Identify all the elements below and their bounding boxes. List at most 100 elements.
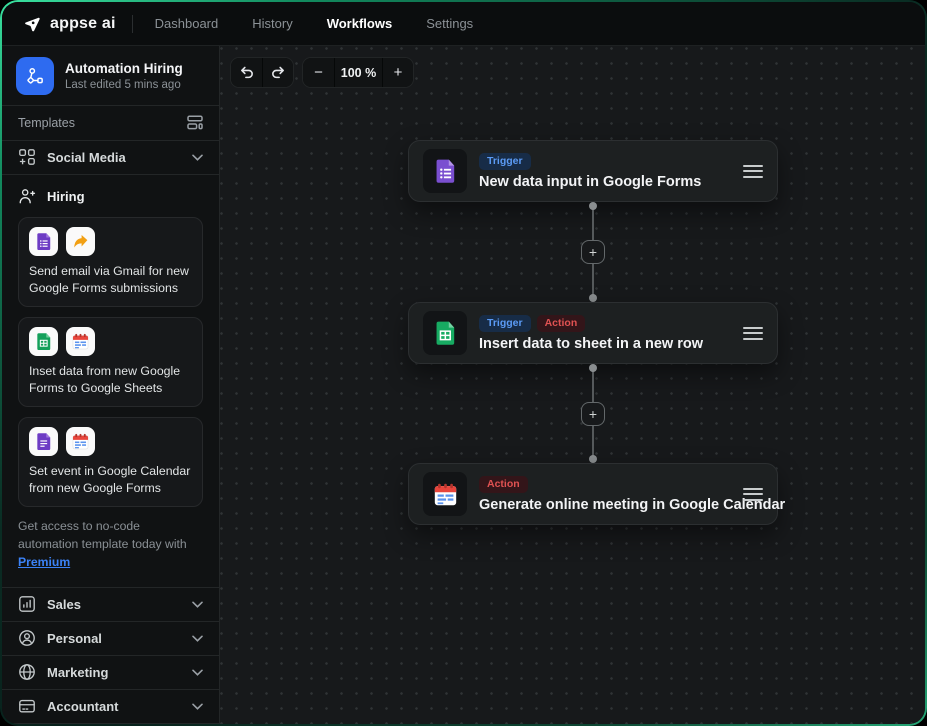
google-forms-icon [29, 227, 58, 256]
google-sheets-icon [423, 311, 467, 355]
template-card-text: Inset data from new Google Forms to Goog… [29, 363, 192, 397]
template-card-text: Send email via Gmail for new Google Form… [29, 263, 192, 297]
marketing-globe-icon [18, 663, 36, 681]
workflow-node-google-calendar[interactable]: Action Generate online meeting in Google… [408, 463, 778, 525]
node-menu-button[interactable] [743, 165, 763, 178]
sidebar-item-label: Social Media [47, 150, 126, 165]
trigger-badge: Trigger [479, 315, 531, 332]
premium-note: Get access to no-code automation templat… [18, 517, 203, 572]
template-card-gmail-forms[interactable]: Send email via Gmail for new Google Form… [18, 217, 203, 307]
action-badge: Action [479, 476, 528, 493]
sidebar-item-sales[interactable]: Sales [2, 588, 219, 622]
sidebar-item-label: Accountant [47, 699, 119, 714]
add-step-button[interactable]: + [581, 240, 605, 264]
google-calendar-icon [423, 472, 467, 516]
workflow-icon [16, 57, 54, 95]
node-content: Trigger New data input in Google Forms [479, 153, 731, 190]
connector-dot [589, 364, 597, 372]
google-forms-icon [423, 149, 467, 193]
brand[interactable]: appse ai [22, 14, 116, 34]
google-calendar-icon [66, 327, 95, 356]
node-content: Trigger Action Insert data to sheet in a… [479, 315, 731, 352]
template-card-text: Set event in Google Calendar from new Go… [29, 463, 192, 497]
hiring-section: Hiring [2, 175, 219, 588]
node-menu-button[interactable] [743, 488, 763, 501]
sidebar-item-hiring[interactable]: Hiring [2, 175, 219, 217]
node-badges: Action [479, 476, 731, 493]
nav-settings[interactable]: Settings [426, 16, 473, 31]
sidebar-item-label: Marketing [47, 665, 108, 680]
workflow-canvas[interactable]: − 100 % + [220, 46, 925, 724]
sidebar-item-label: Sales [47, 597, 81, 612]
canvas-toolbar: − 100 % + [230, 57, 414, 88]
chevron-down-icon [192, 601, 203, 608]
workflow-node-google-sheets[interactable]: Trigger Action Insert data to sheet in a… [408, 302, 778, 364]
top-nav: Dashboard History Workflows Settings [155, 16, 474, 31]
app-frame: appse ai Dashboard History Workflows Set… [0, 0, 927, 726]
chevron-down-icon [192, 669, 203, 676]
nav-workflows[interactable]: Workflows [327, 16, 393, 31]
undo-icon [239, 65, 255, 80]
redo-button[interactable] [262, 58, 293, 87]
workflow-header: Automation Hiring Last edited 5 mins ago [2, 46, 219, 106]
nav-dashboard[interactable]: Dashboard [155, 16, 219, 31]
template-card-icons [29, 227, 192, 256]
personal-user-icon [18, 629, 36, 647]
template-card-icons [29, 327, 192, 356]
trigger-badge: Trigger [479, 153, 531, 170]
topbar: appse ai Dashboard History Workflows Set… [2, 2, 925, 46]
connector-dot [589, 294, 597, 302]
sidebar: Automation Hiring Last edited 5 mins ago… [2, 46, 220, 724]
workflow-title: Automation Hiring [65, 60, 183, 78]
chevron-down-icon [192, 154, 203, 161]
chevron-down-icon [192, 635, 203, 642]
connector-dot [589, 455, 597, 463]
history-group [230, 57, 294, 88]
workflow-node-google-forms[interactable]: Trigger New data input in Google Forms [408, 140, 778, 202]
node-content: Action Generate online meeting in Google… [479, 476, 731, 513]
template-card-calendar-forms[interactable]: Set event in Google Calendar from new Go… [18, 417, 203, 507]
brand-name: appse ai [50, 15, 116, 33]
node-connector: + [581, 364, 605, 463]
add-step-button[interactable]: + [581, 402, 605, 426]
google-sheets-icon [29, 327, 58, 356]
templates-row: Templates [2, 106, 219, 141]
zoom-in-button[interactable]: + [382, 58, 413, 87]
topbar-divider [132, 15, 133, 33]
redo-icon [270, 65, 286, 80]
sidebar-item-personal[interactable]: Personal [2, 622, 219, 656]
template-card-icons [29, 427, 192, 456]
nav-history[interactable]: History [252, 16, 292, 31]
sidebar-item-accountant[interactable]: Accountant [2, 690, 219, 724]
hiring-person-plus-icon [18, 187, 36, 205]
premium-note-text: Get access to no-code automation templat… [18, 519, 187, 551]
app-window: appse ai Dashboard History Workflows Set… [2, 2, 925, 724]
chevron-down-icon [192, 703, 203, 710]
action-badge: Action [537, 315, 586, 332]
sidebar-item-label: Personal [47, 631, 102, 646]
node-menu-button[interactable] [743, 327, 763, 340]
sidebar-item-marketing[interactable]: Marketing [2, 656, 219, 690]
sidebar-item-label: Hiring [47, 189, 85, 204]
undo-button[interactable] [231, 58, 262, 87]
template-card-forms-sheets[interactable]: Inset data from new Google Forms to Goog… [18, 317, 203, 407]
node-title: Generate online meeting in Google Calend… [479, 497, 731, 513]
google-calendar-icon [66, 427, 95, 456]
premium-link[interactable]: Premium [18, 555, 70, 569]
social-media-grid-icon [18, 148, 36, 166]
sidebar-item-social-media[interactable]: Social Media [2, 141, 219, 175]
templates-layout-icon[interactable] [187, 115, 203, 130]
node-connector: + [581, 202, 605, 302]
workflow-titles: Automation Hiring Last edited 5 mins ago [65, 60, 183, 92]
templates-label: Templates [18, 116, 75, 130]
zoom-level: 100 % [334, 58, 382, 87]
sales-chart-icon [18, 595, 36, 613]
workflow-subtitle: Last edited 5 mins ago [65, 79, 183, 91]
share-arrow-icon [66, 227, 95, 256]
node-title: Insert data to sheet in a new row [479, 336, 731, 352]
zoom-out-button[interactable]: − [303, 58, 334, 87]
brand-logo-icon [22, 14, 42, 34]
accountant-card-icon [18, 697, 36, 715]
connector-dot [589, 202, 597, 210]
zoom-group: − 100 % + [302, 57, 414, 88]
